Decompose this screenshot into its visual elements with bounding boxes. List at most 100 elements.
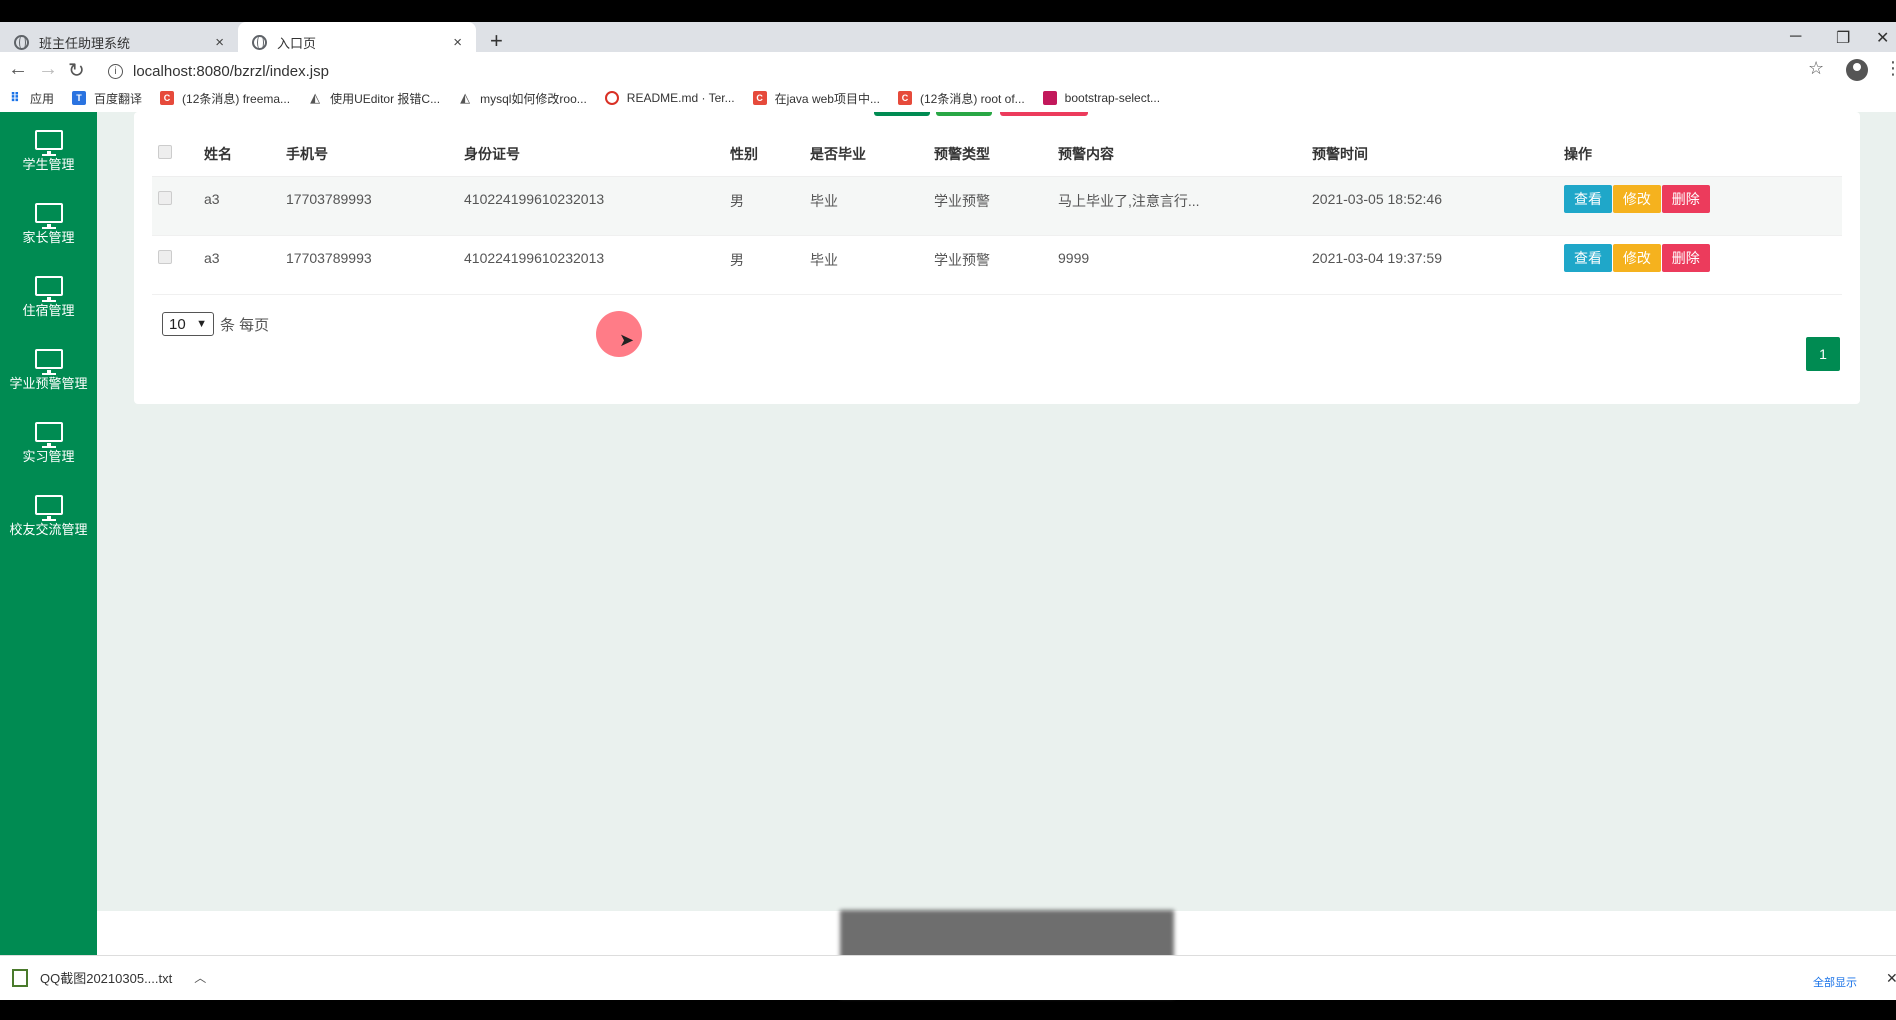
show-all-downloads-link[interactable]: 全部显示 [1813,974,1857,990]
sidebar-item-academic-warning[interactable]: 学业预警管理 [0,331,97,403]
toolbar-button-partial[interactable] [936,112,992,116]
new-tab-button[interactable]: + [490,28,503,54]
monitor-icon [34,349,63,375]
cell-warn-type: 学业预警 [928,176,1052,236]
warning-table: 姓名 手机号 身份证号 性别 是否毕业 预警类型 预警内容 预警时间 操作 a3… [152,132,1842,295]
row-checkbox[interactable] [158,190,172,205]
cell-actions: 查看 修改 删除 [1558,176,1842,236]
page-size-control: 10 ▼ 条 每页 [162,312,269,336]
bootstrap-icon [1042,91,1057,105]
restore-icon[interactable]: ❐ [1836,28,1850,48]
view-button[interactable]: 查看 [1564,184,1612,213]
csdn-icon: C [897,91,912,105]
col-warn-type: 预警类型 [928,132,1052,177]
cell-warn-time: 2021-03-04 19:37:59 [1306,235,1558,295]
close-tab-icon[interactable]: × [453,34,462,51]
sidebar-item-parent[interactable]: 家长管理 [0,185,97,257]
cell-name: a3 [198,235,280,295]
col-name: 姓名 [198,132,280,177]
cell-warn-content: 马上毕业了,注意言行... [1052,176,1306,236]
close-window-icon[interactable]: ✕ [1876,28,1889,48]
toolbar-button-partial[interactable] [874,112,930,116]
col-phone: 手机号 [280,132,458,177]
edit-button[interactable]: 修改 [1612,184,1661,213]
translate-icon: T [72,91,87,105]
monitor-icon [34,422,63,448]
cell-name: a3 [198,176,280,236]
col-gender: 性别 [724,132,804,177]
url-text: localhost:8080/bzrzl/index.jsp [133,62,329,80]
minimize-icon[interactable]: ─ [1790,28,1801,46]
bookmark-item[interactable]: bootstrap-select... [1042,91,1160,105]
table-row: a3 17703789993 410224199610232013 男 毕业 学… [152,176,1842,236]
table-header-row: 姓名 手机号 身份证号 性别 是否毕业 预警类型 预警内容 预警时间 操作 [152,132,1842,177]
col-warn-time: 预警时间 [1306,132,1558,177]
page-size-label: 条 每页 [220,316,270,334]
browser-menu-icon[interactable]: ⋮ [1884,58,1896,79]
select-all-checkbox[interactable] [158,145,172,160]
reload-icon[interactable]: ↻ [68,58,85,83]
tab-title: 入口页 [277,35,317,51]
bookmark-item[interactable]: C (12条消息) root of... [897,90,1025,107]
toolbar-button-partial[interactable] [1000,112,1088,116]
info-icon[interactable]: i [108,63,123,79]
text-file-icon [12,968,28,987]
download-bar: QQ截图20210305....txt ︿ 全部显示 ✕ [0,955,1896,1000]
bookmark-item[interactable]: C 在java web项目中... [752,90,880,107]
download-item[interactable]: QQ截图20210305....txt ︿ [12,968,206,987]
csdn-icon: C [160,91,175,105]
close-download-bar-icon[interactable]: ✕ [1886,970,1896,987]
forward-icon[interactable]: → [38,58,58,81]
bookmark-star-icon[interactable]: ☆ [1808,58,1824,79]
sidebar-item-internship[interactable]: 实习管理 [0,404,97,476]
edit-button[interactable]: 修改 [1612,243,1661,272]
gitee-icon [604,91,619,105]
bookmark-item[interactable]: T 百度翻译 [72,90,142,107]
sidebar-item-dorm[interactable]: 住宿管理 [0,258,97,330]
bookmark-item[interactable]: README.md · Ter... [604,91,735,105]
col-warn-content: 预警内容 [1052,132,1306,177]
bookmark-item[interactable]: ◭ mysql如何修改roo... [458,90,587,107]
back-icon[interactable]: ← [8,58,28,81]
bookmark-item[interactable]: ⠿ 应用 [8,90,54,107]
bookmark-item[interactable]: ◭ 使用UEditor 报错C... [308,90,440,107]
cell-gender: 男 [724,235,804,295]
delete-button[interactable]: 删除 [1661,243,1710,272]
sidebar-item-alumni[interactable]: 校友交流管理 [0,477,97,549]
col-actions: 操作 [1558,132,1842,177]
row-checkbox[interactable] [158,249,172,264]
page-size-select[interactable]: 10 ▼ [162,312,214,336]
monitor-icon [34,495,63,521]
mouse-cursor-icon: ➤ [619,330,635,350]
cell-graduated: 毕业 [804,176,928,236]
monitor-icon [34,276,63,302]
csdn-icon: C [752,91,767,105]
close-tab-icon[interactable]: × [215,34,224,51]
screen: 班主任助理系统 × 入口页 × + ─ ❐ ✕ ← → ↻ i localhos… [0,0,1896,1020]
cell-graduated: 毕业 [804,235,928,295]
view-button[interactable]: 查看 [1564,243,1612,272]
col-id-card: 身份证号 [458,132,724,177]
apps-grid-icon: ⠿ [9,90,21,105]
address-bar[interactable]: i localhost:8080/bzrzl/index.jsp [108,56,1788,86]
page-button-1[interactable]: 1 [1806,337,1840,371]
sidebar-item-student[interactable]: 学生管理 [0,112,97,184]
chevron-down-icon: ▼ [196,318,207,330]
app-area: 学生管理 家长管理 住宿管理 学业预警管理 实习管理 校友交流管理 姓名 手机号… [0,112,1896,955]
profile-avatar-icon[interactable] [1846,59,1868,81]
bookmarks-bar: ⠿ 应用 T 百度翻译 C (12条消息) freema... ◭ 使用UEditor … [0,84,1896,112]
content-card: 姓名 手机号 身份证号 性别 是否毕业 预警类型 预警内容 预警时间 操作 a3… [134,112,1860,404]
globe-icon [252,34,267,50]
cell-id-card: 410224199610232013 [458,176,724,236]
bookmark-item[interactable]: C (12条消息) freema... [160,90,290,107]
delete-button[interactable]: 删除 [1661,184,1710,213]
chevron-up-icon[interactable]: ︿ [194,969,206,986]
cell-warn-type: 学业预警 [928,235,1052,295]
table-row: a3 17703789993 410224199610232013 男 毕业 学… [152,235,1842,295]
download-filename: QQ截图20210305....txt [40,971,173,986]
site-icon: ◭ [310,90,321,105]
globe-icon [14,34,29,50]
cell-warn-time: 2021-03-05 18:52:46 [1306,176,1558,236]
col-graduated: 是否毕业 [804,132,928,177]
cell-id-card: 410224199610232013 [458,235,724,295]
